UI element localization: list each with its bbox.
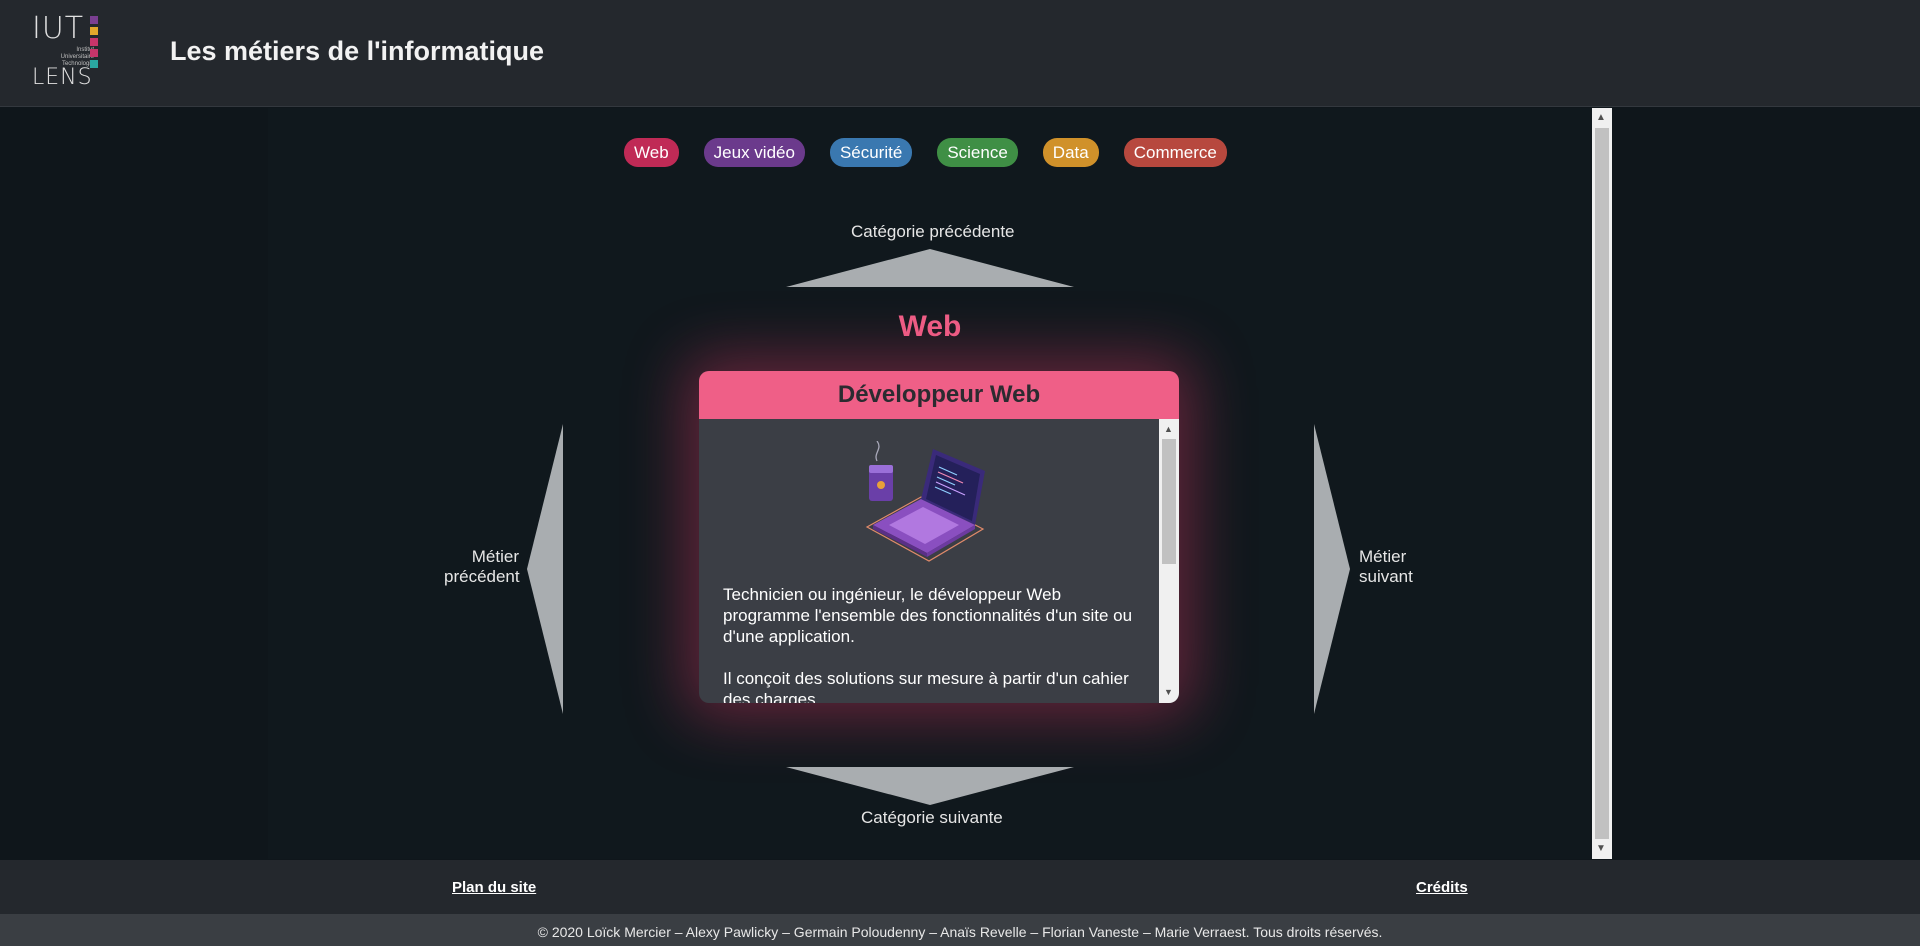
footer-links: Plan du site Crédits	[0, 860, 1920, 914]
job-title: Développeur Web	[699, 371, 1179, 419]
logo-bottom-text: LENS	[32, 65, 93, 90]
page-scrollbar-thumb[interactable]	[1595, 128, 1609, 839]
category-pill-securite[interactable]: Sécurité	[829, 138, 913, 167]
category-pill-science[interactable]: Science	[937, 138, 1018, 167]
category-pill-web[interactable]: Web	[624, 138, 679, 167]
card-scrollbar-thumb[interactable]	[1162, 439, 1176, 564]
category-pill-jeux-video[interactable]: Jeux vidéo	[703, 138, 805, 167]
site-title: Les métiers de l'informatique	[170, 36, 545, 66]
next-category-arrow-icon[interactable]	[786, 767, 1074, 805]
job-description-paragraph: Technicien ou ingénieur, le développeur …	[723, 585, 1133, 646]
card-scrollbar[interactable]: ▲ ▼	[1159, 419, 1179, 703]
category-pill-commerce[interactable]: Commerce	[1123, 138, 1227, 167]
scroll-down-icon[interactable]: ▼	[1164, 688, 1173, 697]
job-card-body[interactable]: Technicien ou ingénieur, le développeur …	[699, 419, 1179, 703]
category-pill-data[interactable]: Data	[1042, 138, 1099, 167]
scroll-up-icon[interactable]: ▲	[1596, 113, 1606, 123]
current-category-title: Web	[898, 310, 962, 343]
copyright-text: © 2020 Loïck Mercier – Alexy Pawlicky – …	[0, 914, 1920, 946]
prev-job-arrow-icon[interactable]	[527, 424, 563, 714]
job-card: Développeur Web Technicien ou ingénieur,…	[699, 371, 1179, 703]
job-description: Technicien ou ingénieur, le développeur …	[723, 584, 1133, 703]
logo-top-text: IUT	[32, 11, 85, 46]
prev-category-label[interactable]: Catégorie précédente	[851, 222, 1015, 242]
site-header: IUT Institut Universitaire Technologie L…	[0, 0, 1920, 107]
credits-link[interactable]: Crédits	[1416, 879, 1468, 896]
page-scrollbar[interactable]: ▲ ▼	[1592, 108, 1612, 859]
logo-color-squares	[90, 16, 98, 71]
prev-job-label[interactable]: Métier précédent	[444, 547, 520, 587]
next-job-label[interactable]: Métier suivant	[1359, 547, 1413, 587]
category-nav: Web Jeux vidéo Sécurité Science Data Com…	[624, 138, 1227, 167]
scroll-down-icon[interactable]: ▼	[1596, 844, 1606, 854]
job-description-paragraph: Il conçoit des solutions sur mesure à pa…	[723, 669, 1129, 703]
laptop-coffee-illustration	[865, 441, 985, 562]
scroll-up-icon[interactable]: ▲	[1164, 425, 1173, 434]
sitemap-link[interactable]: Plan du site	[452, 879, 536, 896]
prev-category-arrow-icon[interactable]	[786, 249, 1074, 287]
iut-lens-logo[interactable]: IUT Institut Universitaire Technologie L…	[32, 14, 102, 94]
next-job-arrow-icon[interactable]	[1314, 424, 1350, 714]
next-category-label[interactable]: Catégorie suivante	[861, 808, 1003, 828]
